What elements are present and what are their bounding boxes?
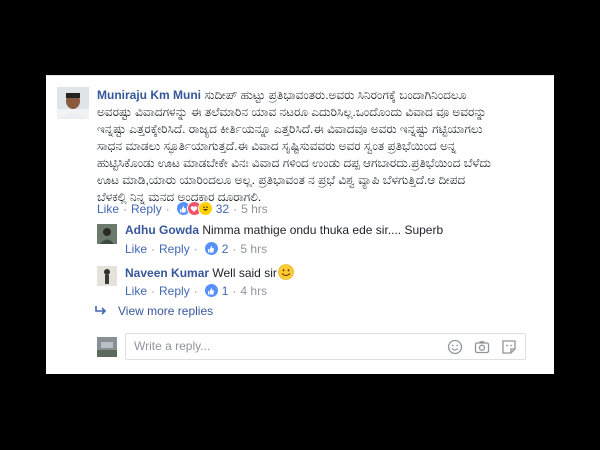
view-more-replies-link[interactable]: View more replies: [94, 304, 213, 318]
like-button[interactable]: Like: [97, 202, 119, 216]
timestamp[interactable]: 4 hrs: [240, 284, 267, 298]
reactions-summary[interactable]: 1: [203, 283, 229, 298]
composer-icons: [446, 338, 517, 355]
comment-actions: Like · Reply · 32 · 5 hrs: [97, 201, 268, 216]
timestamp[interactable]: 5 hrs: [241, 202, 268, 216]
divider: [46, 75, 554, 76]
reply-body: Naveen Kumar Well said sir: [125, 264, 545, 282]
sticker-icon[interactable]: [500, 338, 517, 355]
like-button[interactable]: Like: [125, 242, 147, 256]
emoji-icon[interactable]: [446, 338, 463, 355]
like-reaction-icon: [203, 241, 219, 256]
reply-arrow-icon: [95, 306, 107, 315]
reactions-summary[interactable]: 32: [175, 201, 230, 216]
reply-text: Well said sir: [212, 266, 277, 280]
reply-author[interactable]: Naveen Kumar: [125, 266, 209, 280]
like-reaction-icon: [203, 283, 219, 298]
reactions-summary[interactable]: 2: [203, 241, 229, 256]
reaction-count: 32: [215, 201, 230, 216]
avatar-naveen-kumar[interactable]: [97, 266, 117, 286]
comment-line: ಸಾಧನ ಮಾಡಲು ಸ್ಫೂರ್ತಿಯಾಗುತ್ತದೆ.ಈ ವಿವಾದ ಸೃಷ…: [97, 139, 457, 153]
reply-actions: Like · Reply · 2 · 5 hrs: [125, 241, 268, 256]
reply-input[interactable]: [132, 338, 436, 354]
comment-line: ಊಟ ಮಾಡಿ,ಯಾರು ಯಾರಿಂದಲೂ ಅಲ್ಲ. ಪ್ರತಿಭಾವಂತ ನ…: [97, 173, 466, 187]
haha-reaction-icon: [197, 201, 213, 216]
comment-line: ಹುಟ್ಟಿಸಿಕೊಂಡು ಊಟ ಮಾಡಬೇಕೇ ವಿನಃ ವಿವಾದ ಗಳಿಂ…: [97, 156, 491, 170]
comments-panel: Muniraju Km Muni ಸುದೀಪ್ ಹುಟ್ಟು ಪ್ರತಿಭಾವಂ…: [46, 75, 554, 374]
reply-button[interactable]: Reply: [159, 284, 190, 298]
reply-text: Nimma mathige ondu thuka ede sir.... Sup…: [202, 223, 444, 237]
current-user-avatar: [97, 337, 117, 357]
comment-line: ಇನ್ನಷ್ಟು ಎತ್ತರಕ್ಕೇರಿಸಿದೆ. ರಾಜ್ಯದ ಕೀರ್ತಿಯ…: [97, 122, 483, 136]
reaction-count: 2: [221, 241, 229, 256]
smiley-emoji: [278, 264, 294, 280]
comment-author[interactable]: Muniraju Km Muni: [97, 88, 201, 102]
reaction-count: 1: [221, 283, 229, 298]
camera-icon[interactable]: [473, 338, 490, 355]
comment-line: ಅವರಷ್ಟು ವಿವಾದಗಳನ್ನು ಈ ತಲೆಮಾರಿನ ಯಾವ ನಟರೂ …: [97, 105, 487, 119]
avatar-adhu-gowda[interactable]: [97, 224, 117, 244]
reply-author[interactable]: Adhu Gowda: [125, 223, 199, 237]
view-more-label[interactable]: View more replies: [118, 304, 213, 318]
comment-line: ಸುದೀಪ್ ಹುಟ್ಟು ಪ್ರತಿಭಾವಂತರು.ಅವರು ಸಿನಿರಂಗಕ…: [204, 88, 467, 102]
reply-button[interactable]: Reply: [159, 242, 190, 256]
avatar-muniraju[interactable]: [57, 87, 89, 119]
reply-button[interactable]: Reply: [131, 202, 162, 216]
reply-composer[interactable]: [125, 333, 526, 360]
comment-body: Muniraju Km Muni ಸುದೀಪ್ ಹುಟ್ಟು ಪ್ರತಿಭಾವಂ…: [97, 87, 547, 206]
timestamp[interactable]: 5 hrs: [240, 242, 267, 256]
like-button[interactable]: Like: [125, 284, 147, 298]
reply-actions: Like · Reply · 1 · 4 hrs: [125, 283, 268, 298]
reply-body: Adhu Gowda Nimma mathige ondu thuka ede …: [125, 222, 545, 239]
